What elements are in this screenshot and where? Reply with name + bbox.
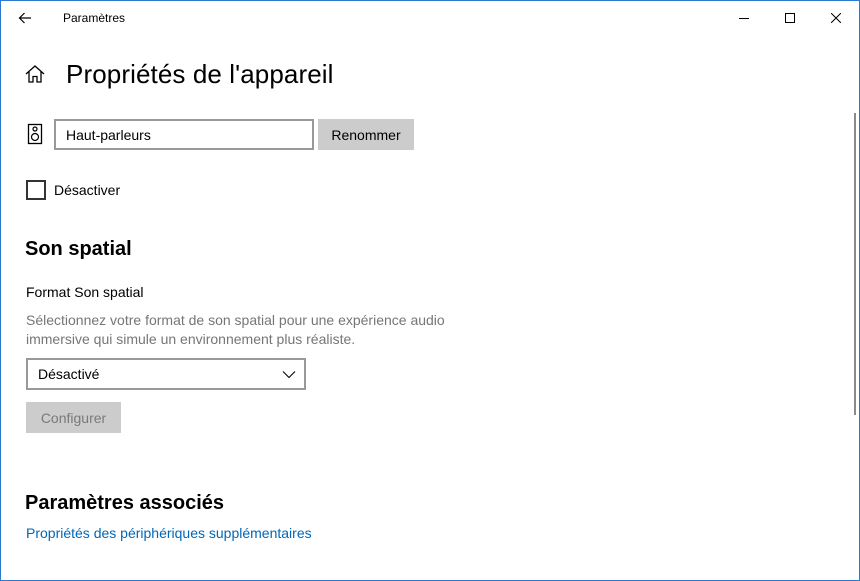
speaker-icon-wrap <box>27 123 43 145</box>
minimize-icon <box>739 18 749 19</box>
rename-button[interactable]: Renommer <box>318 119 414 150</box>
back-arrow-icon <box>18 12 31 24</box>
spatial-format-selected: Désactivé <box>38 366 100 382</box>
related-settings-heading: Paramètres associés <box>25 492 225 514</box>
home-icon <box>25 65 45 83</box>
device-name-input[interactable] <box>54 119 314 150</box>
title-bar: Paramètres <box>1 1 859 35</box>
close-button[interactable] <box>813 1 859 35</box>
spatial-sound-heading: Son spatial <box>25 238 132 260</box>
additional-device-properties-link[interactable]: Propriétés des périphériques supplémenta… <box>26 525 312 541</box>
settings-window: Paramètres Propriétés de l'appareil Haut… <box>0 0 860 581</box>
home-button[interactable] <box>24 63 48 87</box>
maximize-icon <box>785 13 795 23</box>
disable-checkbox[interactable] <box>26 180 46 200</box>
back-button[interactable] <box>9 4 41 32</box>
minimize-button[interactable] <box>721 1 767 35</box>
spatial-format-label: Format Son spatial <box>26 284 144 300</box>
page-title: Propriétés de l'appareil <box>66 59 334 89</box>
app-title: Paramètres <box>63 11 126 25</box>
configure-button[interactable]: Configurer <box>26 402 121 433</box>
spatial-format-dropdown[interactable]: Désactivé <box>26 358 306 390</box>
scrollbar[interactable] <box>854 113 856 415</box>
chevron-down-icon <box>282 371 296 379</box>
close-icon <box>831 13 841 23</box>
disable-checkbox-label[interactable]: Désactiver <box>54 182 120 198</box>
maximize-button[interactable] <box>767 1 813 35</box>
spatial-format-description: Sélectionnez votre format de son spatial… <box>26 312 445 347</box>
speaker-icon <box>27 123 43 145</box>
